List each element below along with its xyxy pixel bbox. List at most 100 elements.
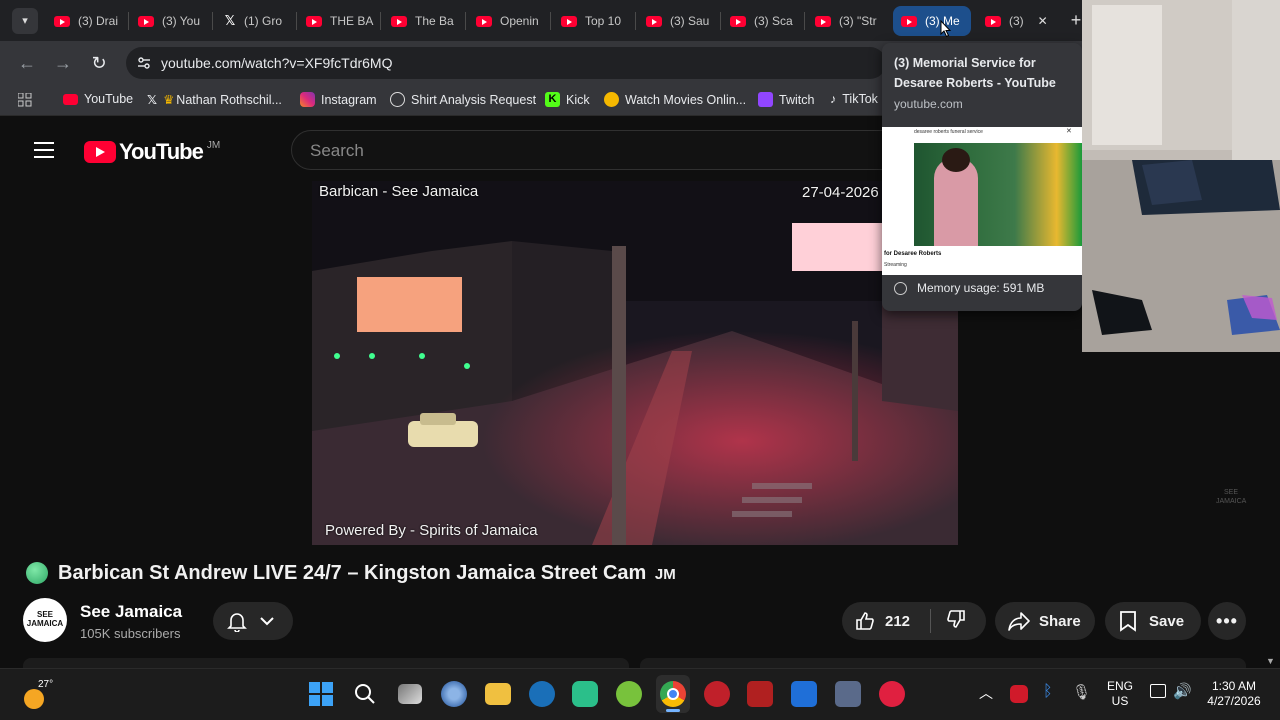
- description-box-left: [23, 658, 629, 668]
- share-button[interactable]: Share: [995, 602, 1095, 640]
- video-overlay-title: Barbican - See Jamaica: [319, 183, 479, 200]
- language-indicator[interactable]: ENG US: [1104, 679, 1136, 709]
- bookmark-instagram[interactable]: Instagram: [300, 92, 377, 107]
- channel-avatar[interactable]: SEE JAMAICA: [23, 598, 67, 642]
- youtube-icon: [476, 15, 492, 27]
- notification-bell-button[interactable]: [213, 602, 293, 640]
- youtube-icon: [730, 15, 746, 27]
- tab-4[interactable]: THE BA: [298, 6, 378, 36]
- windows-taskbar: 27° ︿ ᛒ 🎙 ENG US 🔊 1:30 AM 4/27/2026: [0, 668, 1280, 720]
- clock[interactable]: 1:30 AM 4/27/2026: [1198, 679, 1270, 709]
- game-app-icon[interactable]: [704, 681, 730, 707]
- save-button[interactable]: Save: [1105, 602, 1201, 640]
- tab-2[interactable]: (3) You: [130, 6, 210, 36]
- bookmark-youtube[interactable]: YouTube: [63, 92, 133, 106]
- tab-3[interactable]: 𝕏 (1) Gro: [214, 6, 294, 36]
- youtube-icon: [138, 15, 154, 27]
- search-input[interactable]: Search: [291, 130, 891, 170]
- kick-icon: K: [545, 92, 560, 107]
- volume-icon[interactable]: 🔊: [1173, 682, 1192, 700]
- youtube-icon: [815, 15, 831, 27]
- amd-tray-icon[interactable]: [1010, 685, 1028, 703]
- settings-gear-icon[interactable]: [441, 681, 467, 707]
- tab-6[interactable]: Openin: [468, 6, 548, 36]
- chrome-icon-active[interactable]: [656, 675, 690, 713]
- thumb-video-image: [914, 143, 1082, 246]
- file-explorer-icon[interactable]: [485, 683, 511, 705]
- tab-10[interactable]: (3) "Str: [807, 6, 887, 36]
- site-info-icon[interactable]: [137, 56, 151, 70]
- recorder-app-icon[interactable]: [879, 681, 905, 707]
- bookmark-twitch[interactable]: Twitch: [758, 92, 814, 107]
- tab-12[interactable]: (3) ✕: [977, 6, 1057, 36]
- tab-7[interactable]: Top 10: [553, 6, 633, 36]
- forward-arrow-icon[interactable]: →: [51, 51, 75, 75]
- bookmark-kick[interactable]: K Kick: [545, 92, 590, 107]
- network-icon[interactable]: [1150, 684, 1166, 698]
- weather-moon-icon: [24, 689, 44, 709]
- bookmark-icon: [1120, 611, 1136, 632]
- video-watermark: SEE JAMAICA: [1216, 489, 1247, 505]
- bookmark-watch-movies[interactable]: Watch Movies Onlin...: [604, 92, 746, 107]
- scroll-down-icon[interactable]: ▼: [1266, 656, 1275, 666]
- bookmark-nathan[interactable]: 𝕏 ♛ Nathan Rothschil...: [147, 92, 282, 108]
- webcam-overlay: [1082, 0, 1280, 352]
- video-player[interactable]: Barbican - See Jamaica 27-04-2026 Powere…: [312, 181, 958, 545]
- snipping-tool-icon[interactable]: [835, 681, 861, 707]
- voicemeeter-icon[interactable]: [747, 681, 773, 707]
- tab-hover-card: (3) Memorial Service for Desaree Roberts…: [882, 43, 1082, 311]
- tab-5[interactable]: The Ba: [383, 6, 463, 36]
- bookmark-shirt-analysis[interactable]: Shirt Analysis Request: [390, 92, 536, 107]
- close-tab-icon[interactable]: ✕: [1038, 14, 1048, 28]
- memory-gauge-icon: [894, 281, 907, 295]
- tab-9[interactable]: (3) Sca: [722, 6, 802, 36]
- twitch-icon: [758, 92, 773, 107]
- youtube-logo[interactable]: YouTube JM: [84, 139, 220, 165]
- search-icon[interactable]: [354, 683, 376, 705]
- openai-icon: [390, 92, 405, 107]
- task-view-icon[interactable]: [398, 684, 422, 704]
- street-scene-image: [312, 181, 958, 545]
- video-overlay-footer: Powered By - Spirits of Jamaica: [325, 522, 538, 539]
- youtube-icon: [63, 93, 78, 105]
- microphone-icon[interactable]: 🎙: [1072, 683, 1091, 701]
- like-button[interactable]: 212: [842, 610, 930, 632]
- back-arrow-icon[interactable]: ←: [15, 51, 39, 75]
- x-icon: 𝕏: [147, 93, 158, 107]
- bluetooth-icon[interactable]: ᛒ: [1043, 683, 1053, 701]
- android-app-icon[interactable]: [572, 681, 598, 707]
- more-actions-button[interactable]: •••: [1208, 602, 1246, 640]
- youtube-icon: [54, 15, 70, 27]
- youtube-icon: [561, 15, 577, 27]
- more-dots-icon: •••: [1216, 610, 1238, 631]
- dislike-button[interactable]: [931, 608, 967, 634]
- channel-name[interactable]: See Jamaica: [80, 602, 182, 622]
- chevron-down-icon: [260, 617, 274, 626]
- reload-icon[interactable]: ↻: [87, 51, 111, 75]
- tab-search-button[interactable]: ▾: [12, 8, 38, 34]
- video-overlay-date: 27-04-2026: [802, 184, 879, 201]
- thumbs-down-icon: [947, 610, 965, 628]
- title-suffix: JM: [654, 566, 676, 583]
- like-dislike-group: 212: [842, 602, 986, 640]
- thumb-close-icon: ✕: [1066, 128, 1072, 135]
- tab-8[interactable]: (3) Sau: [638, 6, 718, 36]
- tab-1[interactable]: (3) Drai: [46, 6, 126, 36]
- youtube-icon: [901, 15, 917, 27]
- utorrent-icon[interactable]: [616, 681, 642, 707]
- hover-card-domain: youtube.com: [894, 97, 963, 111]
- hover-card-memory: Memory usage: 591 MB: [894, 281, 1044, 295]
- tab-11-active[interactable]: (3) Me: [893, 6, 971, 36]
- address-bar[interactable]: youtube.com/watch?v=XF9fcTdr6MQ: [126, 47, 886, 79]
- like-count: 212: [885, 612, 911, 630]
- apps-grid-icon[interactable]: [18, 93, 32, 107]
- weather-widget[interactable]: 27°: [22, 677, 62, 713]
- start-button[interactable]: [309, 682, 333, 706]
- hover-card-thumbnail: desaree roberts funeral service ✕ for De…: [882, 127, 1082, 275]
- ccleaner-icon[interactable]: [529, 681, 555, 707]
- menu-icon[interactable]: [34, 142, 54, 158]
- bell-icon: [227, 613, 247, 632]
- show-hidden-icons-chevron[interactable]: ︿: [979, 683, 993, 703]
- dolby-app-icon[interactable]: [791, 681, 817, 707]
- bookmark-tiktok[interactable]: ♪ TikTok: [830, 92, 882, 106]
